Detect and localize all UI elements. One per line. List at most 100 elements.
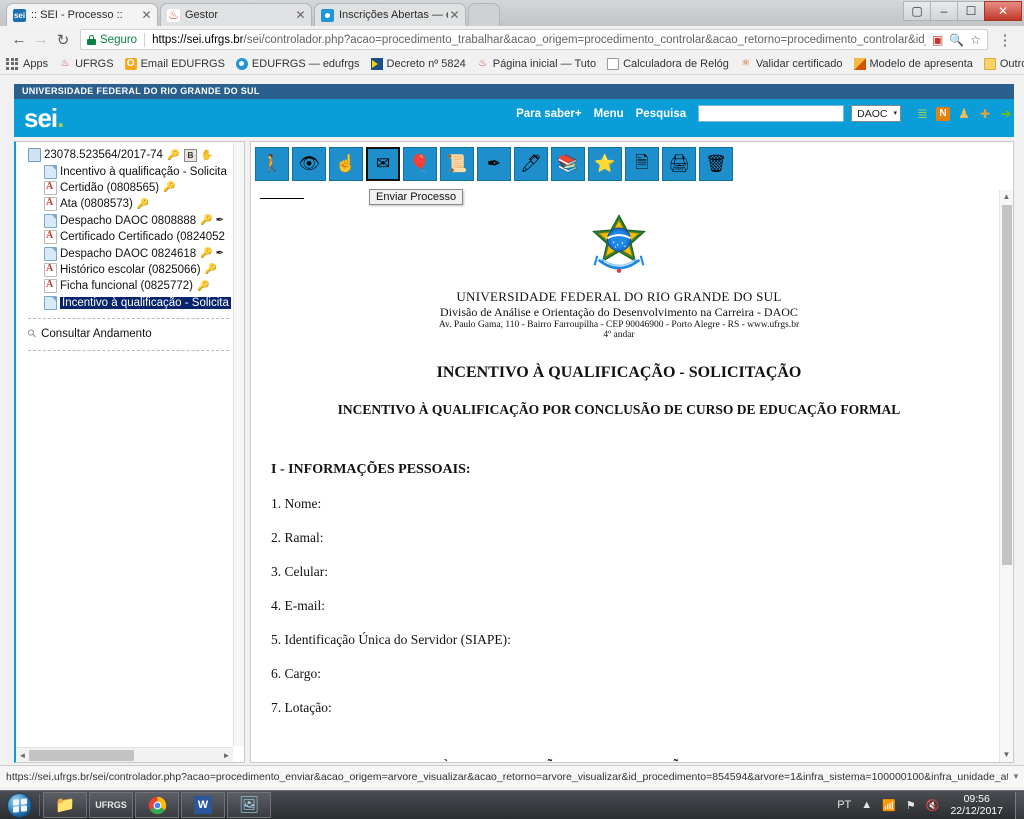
- unit-select[interactable]: DAOC ▾: [851, 105, 901, 122]
- tree-item-6[interactable]: Histórico escolar (0825066) 🔑: [28, 262, 233, 278]
- consultar-alterar-processo-button[interactable]: 🚶: [255, 147, 289, 181]
- tree-item-3[interactable]: Despacho DAOC 0808888 🔑 ✒: [28, 213, 233, 229]
- bookmark-calculadora[interactable]: Calculadora de Relóg: [607, 57, 729, 70]
- maximize-button[interactable]: ☐: [957, 1, 985, 21]
- bookmark-pagina-inicial[interactable]: ♨ Página inicial — Tuto: [477, 58, 596, 70]
- tree-item-1[interactable]: Certidão (0808565) 🔑: [28, 180, 233, 196]
- bookmark-apps[interactable]: Apps: [6, 57, 48, 70]
- incluir-documento-button[interactable]: 🎈: [403, 147, 437, 181]
- menu-link[interactable]: Menu: [594, 108, 624, 120]
- other-bookmarks-folder[interactable]: Outros favoritos: [983, 57, 1024, 70]
- tree-root-node[interactable]: 23078.523564/2017-74 🔑 B ✋: [28, 147, 233, 163]
- key-badge-icon[interactable]: 🔑: [163, 182, 175, 193]
- chevron-down-icon: ▾: [893, 109, 897, 117]
- menu-list-icon[interactable]: ≣: [914, 106, 930, 122]
- taskbar-chrome[interactable]: [135, 792, 179, 818]
- scroll-thumb[interactable]: [1002, 205, 1012, 565]
- scroll-right-icon[interactable]: ►: [220, 751, 233, 760]
- user-icon[interactable]: ♟: [956, 106, 972, 122]
- pen-badge-icon[interactable]: ✒: [216, 248, 224, 259]
- gerenciar-marcador-button[interactable]: 🖊: [514, 147, 548, 181]
- scroll-track[interactable]: [29, 749, 220, 761]
- language-indicator[interactable]: PT: [837, 799, 851, 811]
- excluir-button[interactable]: 🗑: [699, 147, 733, 181]
- close-window-button[interactable]: ✕: [984, 1, 1022, 21]
- duplicar-processo-button[interactable]: 🗎: [625, 147, 659, 181]
- bookmark-modelo-apresentacao[interactable]: Modelo de apresenta: [853, 57, 973, 70]
- tab-close-icon[interactable]: ✕: [294, 9, 307, 21]
- bookmark-decreto[interactable]: Decreto nº 5824: [370, 57, 466, 70]
- restore-down-button[interactable]: ▢: [903, 1, 931, 21]
- kebab-menu-icon[interactable]: ⋮: [994, 29, 1016, 51]
- atribuir-processo-button[interactable]: ☝: [329, 147, 363, 181]
- scroll-thumb[interactable]: [29, 749, 135, 761]
- hand-badge-icon[interactable]: ✋: [201, 150, 213, 161]
- taskbar-ufrgs[interactable]: UFRGS: [89, 792, 133, 818]
- logout-icon[interactable]: ➔: [998, 106, 1014, 122]
- tree-horizontal-scrollbar[interactable]: ◄ ►: [16, 747, 233, 762]
- tab-inscricoes[interactable]: Inscrições Abertas — ed ✕: [314, 3, 466, 26]
- clock-date: 22/12/2017: [950, 805, 1003, 817]
- search-input[interactable]: [698, 105, 845, 122]
- tree-item-5[interactable]: Despacho DAOC 0824618 🔑 ✒: [28, 245, 233, 261]
- cast-icon[interactable]: ▣: [932, 33, 943, 47]
- tab-close-icon[interactable]: ✕: [448, 9, 461, 21]
- scroll-down-icon[interactable]: ▼: [1000, 748, 1013, 762]
- consultar-andamento-link[interactable]: ⚲ Consultar Andamento: [25, 325, 233, 343]
- taskbar-word[interactable]: W: [181, 792, 225, 818]
- clock[interactable]: 09:56 22/12/2017: [950, 793, 1011, 817]
- tree-vertical-scrollbar[interactable]: [233, 142, 244, 746]
- assinar-documento-button[interactable]: ✒: [477, 147, 511, 181]
- para-saber-mais-link[interactable]: Para saber+: [516, 108, 582, 120]
- tree-item-2[interactable]: Ata (0808573) 🔑: [28, 196, 233, 212]
- tree-item-4[interactable]: Certificado Certificado (0824052: [28, 229, 233, 245]
- action-center-icon[interactable]: ⚑: [906, 799, 916, 812]
- scroll-up-icon[interactable]: ▲: [1000, 190, 1013, 204]
- consultar-bloco-button[interactable]: 📚: [551, 147, 585, 181]
- show-desktop-button[interactable]: [1015, 791, 1024, 819]
- tree-item-8[interactable]: Incentivo à qualificação - Solicita: [28, 295, 233, 311]
- key-badge-icon[interactable]: 🔑: [205, 264, 217, 275]
- pen-badge-icon[interactable]: ✒: [216, 215, 224, 226]
- scroll-left-icon[interactable]: ◄: [16, 751, 29, 760]
- bookmark-edufrgs[interactable]: EDUFRGS — edufrgs: [235, 57, 360, 70]
- address-bar[interactable]: Seguro https://sei.ufrgs.br/sei/controla…: [80, 29, 988, 50]
- tab-sei[interactable]: sei :: SEI - Processo :: ✕: [6, 3, 158, 26]
- new-tab-button[interactable]: [468, 3, 500, 26]
- anotacoes-button[interactable]: 📜: [440, 147, 474, 181]
- star-icon[interactable]: ☆: [970, 33, 981, 47]
- tab-gestor[interactable]: ♨ Gestor ✕: [160, 3, 312, 26]
- bookmark-validar-certificado[interactable]: ⚛ Validar certificado: [740, 58, 842, 70]
- zoom-icon[interactable]: 🔍: [949, 33, 964, 47]
- bookmark-email-edufrgs[interactable]: O Email EDUFRGS: [124, 57, 225, 70]
- document-vertical-scrollbar[interactable]: ▲ ▼: [999, 190, 1013, 762]
- show-hidden-icons[interactable]: ▲: [861, 799, 872, 811]
- key-badge-icon[interactable]: 🔑: [200, 248, 212, 259]
- tree-item-7[interactable]: Ficha funcional (0825772) 🔑: [28, 278, 233, 294]
- bookmark-ufrgs[interactable]: ♨ UFRGS: [59, 58, 114, 70]
- incluir-favoritos-button[interactable]: ⭐: [588, 147, 622, 181]
- key-badge-icon[interactable]: 🔑: [167, 150, 179, 161]
- volume-muted-icon[interactable]: 🔇: [926, 799, 940, 812]
- b-badge-icon[interactable]: B: [184, 148, 197, 162]
- sei-logo[interactable]: sei.: [24, 103, 64, 133]
- taskbar-photo[interactable]: 🖼: [227, 792, 271, 818]
- key-badge-icon[interactable]: 🔑: [197, 281, 209, 292]
- taskbar-explorer[interactable]: 📁: [43, 792, 87, 818]
- tools-icon[interactable]: ✚: [977, 106, 993, 122]
- gerar-pdf-button[interactable]: 🖨: [662, 147, 696, 181]
- network-warning-icon[interactable]: 📶: [882, 799, 896, 812]
- tree-item-0[interactable]: Incentivo à qualificação - Solicita: [28, 163, 233, 179]
- resize-grip-icon[interactable]: ▼: [1008, 772, 1024, 781]
- novidades-icon[interactable]: N: [935, 106, 951, 122]
- enviar-processo-button[interactable]: ✉: [366, 147, 400, 181]
- acompanhamento-especial-button[interactable]: 👁: [292, 147, 326, 181]
- key-badge-icon[interactable]: 🔑: [137, 199, 149, 210]
- back-icon[interactable]: ←: [8, 29, 30, 51]
- reload-icon[interactable]: ↻: [52, 29, 74, 51]
- key-badge-icon[interactable]: 🔑: [200, 215, 212, 226]
- minimize-button[interactable]: –: [930, 1, 958, 21]
- tab-close-icon[interactable]: ✕: [140, 9, 153, 21]
- forward-icon[interactable]: →: [30, 29, 52, 51]
- start-button[interactable]: [2, 792, 36, 818]
